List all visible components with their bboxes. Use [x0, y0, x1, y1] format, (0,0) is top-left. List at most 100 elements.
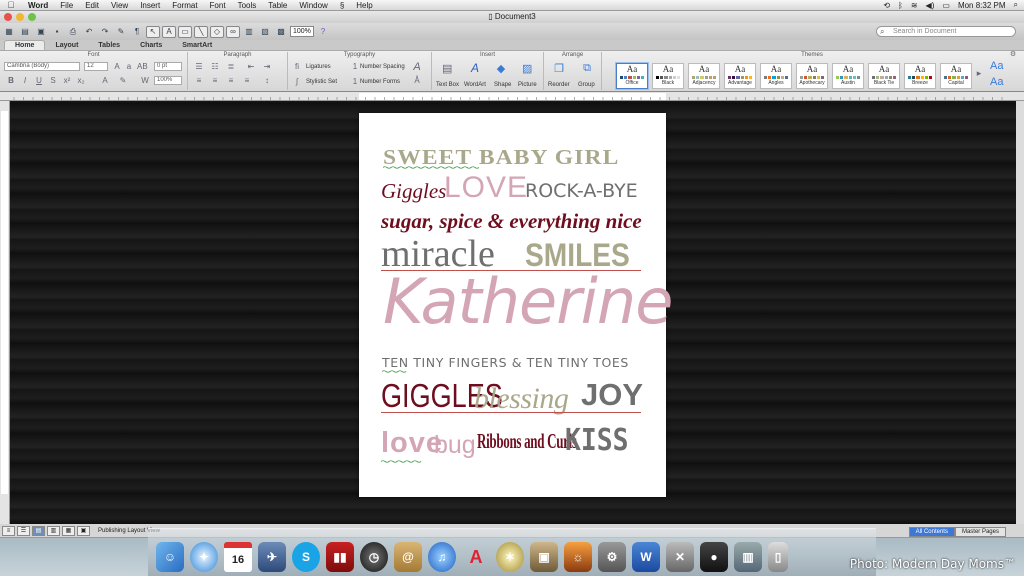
tab-master-pages[interactable]: Master Pages	[954, 527, 1006, 537]
align-left-icon[interactable]: ≡	[194, 76, 204, 85]
themes-scroll-icon[interactable]: ▸	[974, 68, 984, 79]
vertical-ruler[interactable]	[0, 101, 10, 524]
itunes-icon[interactable]: ♫	[428, 542, 456, 572]
print-view-icon[interactable]: ▥	[47, 525, 60, 536]
notebook-view-icon[interactable]: ▦	[62, 525, 75, 536]
horizontal-ruler[interactable]	[0, 92, 1024, 101]
align-center-icon[interactable]: ≡	[210, 76, 220, 85]
freeform-icon[interactable]: ◇	[210, 25, 224, 38]
line-tool-icon[interactable]: ╲	[194, 25, 208, 38]
font-book-icon[interactable]: A	[462, 542, 490, 572]
ribbon-options-icon[interactable]: ⚙	[1008, 50, 1018, 58]
safari-icon[interactable]: ✦	[190, 542, 218, 572]
help-icon[interactable]: ?	[316, 26, 330, 38]
text-katherine[interactable]: Katherine	[383, 271, 673, 333]
shape-button[interactable]: Shape	[494, 82, 511, 88]
apple-icon[interactable]: 	[0, 0, 22, 10]
glyph-icon[interactable]: A	[412, 61, 422, 73]
italic-icon[interactable]: I	[20, 76, 30, 85]
underline-icon[interactable]: U	[34, 76, 44, 85]
ligatures-dropdown[interactable]: Ligatures	[306, 64, 331, 70]
image-capture-icon[interactable]: ▣	[530, 542, 558, 572]
picture-button[interactable]: Picture	[518, 82, 537, 88]
text-rock-a-bye[interactable]: ROCK-A-BYE	[525, 182, 638, 201]
theme-colors-icon[interactable]: Aa	[990, 60, 1003, 72]
font-color-icon[interactable]: A	[100, 76, 110, 85]
open-icon[interactable]: ▣	[34, 26, 48, 38]
document-page[interactable]: SWEET BABY GIRL Giggles LOVE ROCK-A-BYE …	[359, 113, 673, 497]
media-icon[interactable]: ▩	[274, 26, 288, 38]
text-bug[interactable]: bug	[434, 433, 476, 458]
menu-help[interactable]: Help	[350, 1, 378, 10]
highlight-icon[interactable]: ✎	[118, 76, 128, 85]
draft-view-icon[interactable]: ≡	[2, 525, 15, 536]
undo-icon[interactable]: ↶	[82, 26, 96, 38]
font-name-select[interactable]: Cambria (Body)	[4, 62, 80, 71]
wordart-button[interactable]: WordArt	[464, 82, 486, 88]
group-icon[interactable]: ⧉	[582, 62, 592, 75]
theme-fonts-icon[interactable]: Aa	[990, 76, 1003, 88]
wordart-icon[interactable]: A	[470, 61, 480, 75]
documents-icon[interactable]: ▥	[734, 542, 762, 572]
text-box-insert-icon[interactable]: ▤	[442, 62, 452, 75]
sidebar-icon[interactable]: ▥	[242, 26, 256, 38]
bluetooth-icon[interactable]: ᛒ	[898, 1, 903, 10]
bold-icon[interactable]: B	[6, 76, 16, 85]
outline-view-icon[interactable]: ☰	[17, 525, 30, 536]
volume-icon[interactable]: ◀)	[926, 1, 935, 10]
outline-icon[interactable]: ≣	[226, 62, 236, 71]
tab-layout[interactable]: Layout	[45, 41, 88, 50]
text-effects-icon[interactable]: W	[140, 76, 150, 85]
justify-icon[interactable]: ≡	[242, 76, 252, 85]
show-formatting-icon[interactable]: ¶	[130, 26, 144, 38]
minimize-icon[interactable]	[16, 13, 24, 21]
increase-indent-icon[interactable]: ⇥	[262, 62, 272, 71]
shape-icon[interactable]: ◆	[496, 62, 506, 75]
text-blessing[interactable]: blessing	[474, 384, 569, 414]
text-box-button[interactable]: Text Box	[436, 82, 459, 88]
text-direction-icon[interactable]: Å	[412, 76, 422, 85]
time-machine-icon[interactable]: ⟲	[883, 1, 890, 10]
theme-capital[interactable]: Aa Capital	[940, 63, 972, 89]
theme-austin[interactable]: Aa Austin	[832, 63, 864, 89]
dashboard-icon[interactable]: ◷	[360, 542, 388, 572]
vertical-scrollbar[interactable]	[1016, 101, 1024, 524]
theme-adjacency[interactable]: Aa Adjacency	[688, 63, 720, 89]
theme-office[interactable]: Aa Office	[616, 63, 648, 89]
tab-home[interactable]: Home	[4, 40, 46, 50]
picture-icon[interactable]: ▨	[522, 62, 532, 75]
theme-black-tie[interactable]: Aa Black Tie	[868, 63, 900, 89]
menu-insert[interactable]: Insert	[134, 1, 166, 10]
number-forms-dropdown[interactable]: Number Forms	[360, 79, 400, 85]
photos-icon[interactable]: ☼	[564, 542, 592, 572]
growl-icon[interactable]: ●	[700, 542, 728, 572]
script-menu-icon[interactable]: §	[334, 1, 350, 10]
menu-format[interactable]: Format	[166, 1, 203, 10]
shape-tool-icon[interactable]: ▭	[178, 25, 192, 38]
zoom-icon[interactable]	[28, 13, 36, 21]
strikethrough-icon[interactable]: S	[48, 76, 58, 85]
theme-angles[interactable]: Aa Angles	[760, 63, 792, 89]
decrease-indent-icon[interactable]: ⇤	[246, 62, 256, 71]
redo-icon[interactable]: ↷	[98, 26, 112, 38]
theme-breeze[interactable]: Aa Breeze	[904, 63, 936, 89]
menu-font[interactable]: Font	[204, 1, 232, 10]
activity-monitor-icon[interactable]: ✕	[666, 542, 694, 572]
stylistic-set-dropdown[interactable]: Stylistic Set	[306, 79, 337, 85]
close-icon[interactable]	[4, 13, 12, 21]
group-button[interactable]: Group	[578, 82, 595, 88]
focus-view-icon[interactable]: ▣	[77, 525, 90, 536]
text-ribbons-and-curls[interactable]: Ribbons and Curls	[477, 431, 577, 452]
spotlight-icon[interactable]: ⌕	[1014, 0, 1018, 10]
menu-window[interactable]: Window	[293, 1, 333, 10]
zoom-field[interactable]: 100%	[154, 76, 182, 85]
battery-icon[interactable]: ▭	[942, 1, 950, 10]
text-box-icon[interactable]: A	[162, 25, 176, 38]
address-book-icon[interactable]: @	[394, 542, 422, 572]
numbering-icon[interactable]: ☷	[210, 62, 220, 71]
menu-app-name[interactable]: Word	[22, 1, 54, 10]
menu-table[interactable]: Table	[262, 1, 293, 10]
text-joy[interactable]: JOY	[581, 379, 643, 410]
theme-advantage[interactable]: Aa Advantage	[724, 63, 756, 89]
character-spacing-icon[interactable]: AB	[137, 62, 148, 71]
